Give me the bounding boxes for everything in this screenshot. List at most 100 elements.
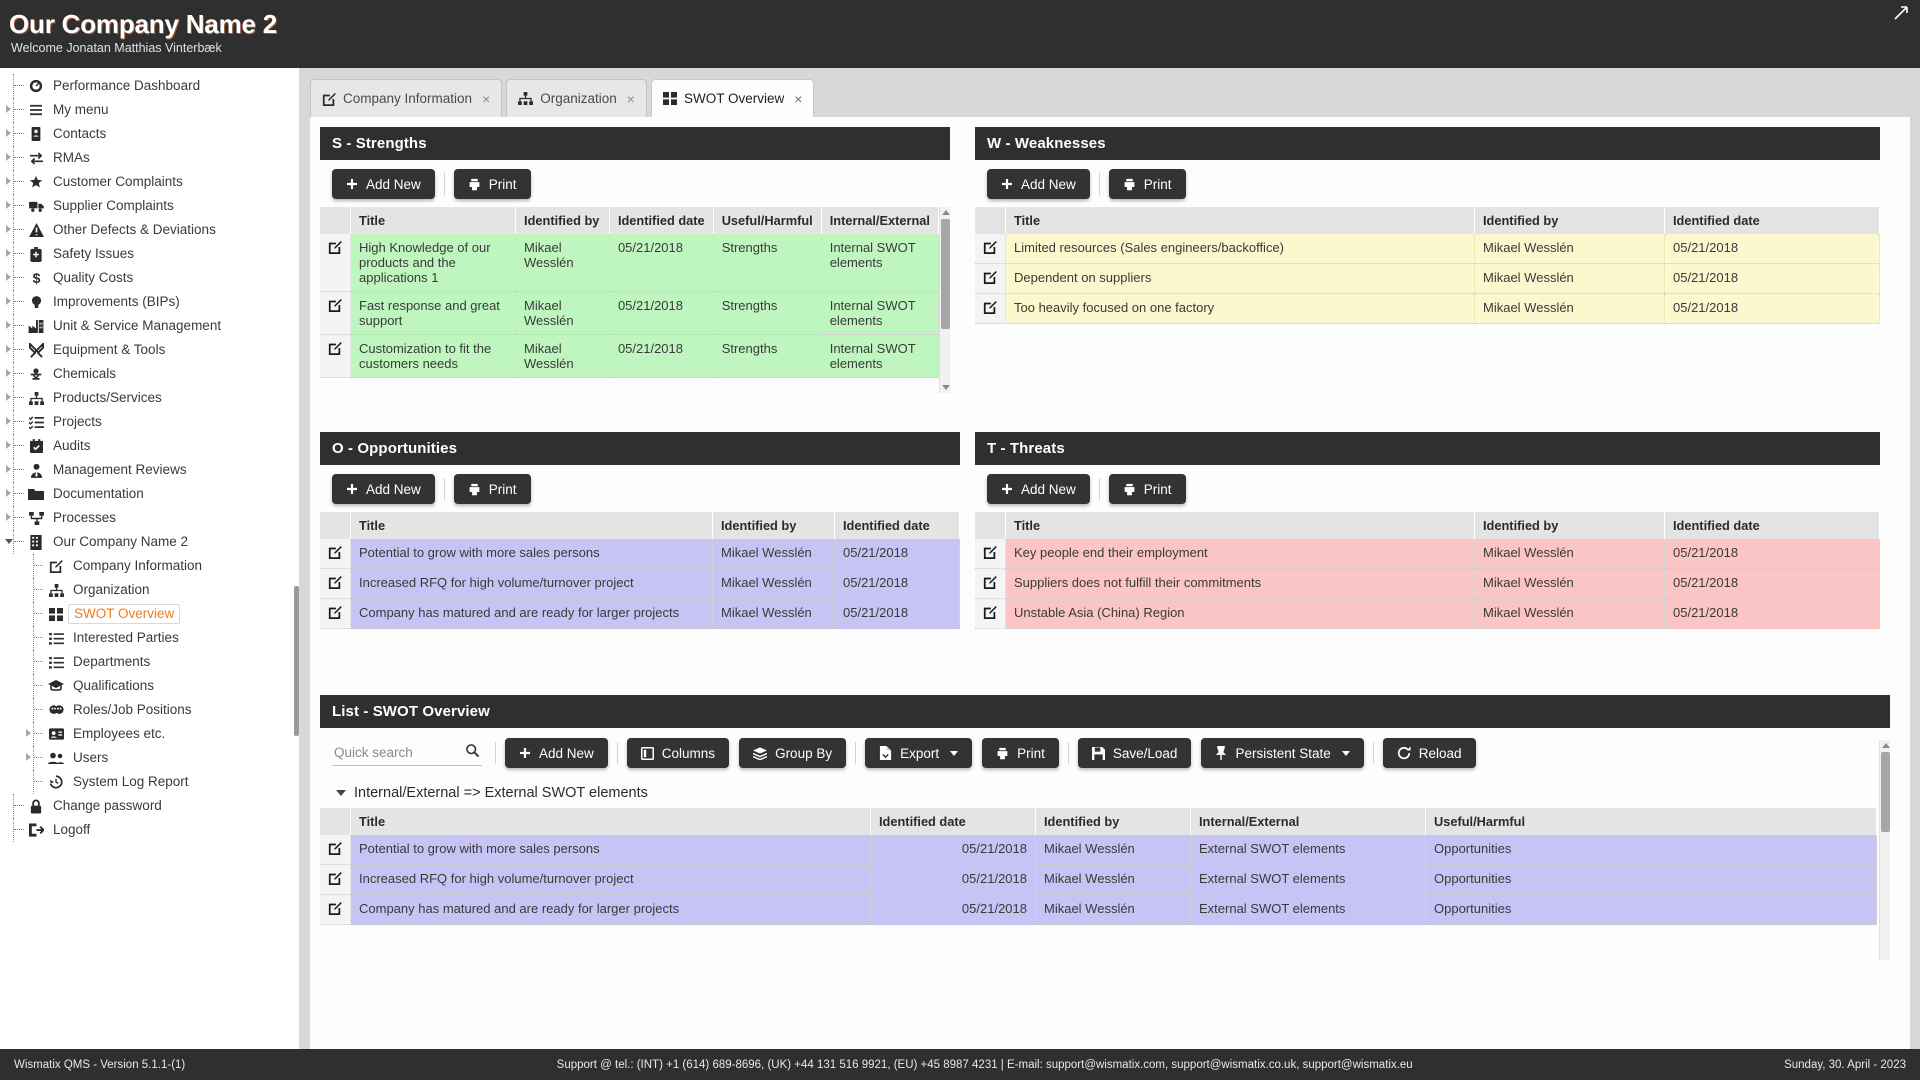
collapse-icon[interactable]	[1894, 6, 1910, 22]
edit-icon[interactable]	[328, 901, 342, 918]
column-header[interactable]: Useful/Harmful	[1425, 808, 1877, 835]
table-row[interactable]: High Knowledge of our products and the a…	[320, 234, 939, 292]
table-row[interactable]: Too heavily focused on one factory Mikael…	[975, 293, 1880, 324]
close-icon[interactable]: ×	[627, 92, 635, 106]
print-button[interactable]: Print	[982, 738, 1059, 768]
sidebar-item-customer-complaints[interactable]: Customer Complaints	[0, 170, 299, 194]
add-new-button-weaknesses[interactable]: Add New	[987, 169, 1090, 199]
close-icon[interactable]: ×	[482, 92, 490, 106]
chevron-right-icon[interactable]	[26, 753, 31, 761]
chevron-right-icon[interactable]	[6, 441, 11, 449]
column-header[interactable]: Identified date	[1664, 512, 1880, 539]
export-button[interactable]: Export	[865, 738, 973, 768]
column-header[interactable]: Useful/Harmful	[713, 207, 822, 234]
scrollbar-thumb[interactable]	[941, 219, 950, 329]
sidebar-item-logoff[interactable]: Logoff	[0, 818, 299, 842]
sidebar-item-supplier-complaints[interactable]: Supplier Complaints	[0, 194, 299, 218]
chevron-right-icon[interactable]	[6, 225, 11, 233]
sidebar-item-organization[interactable]: Organization	[0, 578, 299, 602]
table-row[interactable]: Increased RFQ for high volume/turnover p…	[320, 568, 960, 599]
chevron-right-icon[interactable]	[6, 297, 11, 305]
column-header[interactable]: Title	[350, 808, 871, 835]
sidebar-item-unit-service-management[interactable]: Unit & Service Management	[0, 314, 299, 338]
search-input[interactable]	[332, 740, 482, 766]
edit-icon[interactable]	[328, 298, 342, 315]
sidebar-item-safety-issues[interactable]: Safety Issues	[0, 242, 299, 266]
chevron-down-icon[interactable]	[5, 539, 13, 548]
column-header[interactable]: Title	[350, 512, 713, 539]
tab-organization[interactable]: Organization ×	[506, 79, 647, 117]
print-button-weaknesses[interactable]: Print	[1108, 169, 1186, 199]
chevron-right-icon[interactable]	[6, 465, 11, 473]
chevron-down-icon[interactable]	[336, 790, 346, 796]
chevron-right-icon[interactable]	[6, 105, 11, 113]
add-new-button-strengths[interactable]: Add New	[332, 169, 435, 199]
edit-icon[interactable]	[983, 240, 997, 257]
group-by-button[interactable]: Group By	[739, 738, 847, 768]
table-row[interactable]: Unstable Asia (China) Region Mikael Wessl…	[975, 598, 1880, 629]
edit-icon[interactable]	[328, 841, 342, 858]
sidebar-item-rmas[interactable]: RMAs	[0, 146, 299, 170]
table-row[interactable]: Company has matured and are ready for la…	[320, 598, 960, 629]
table-row[interactable]: Suppliers does not fulfill their commitm…	[975, 568, 1880, 599]
column-header[interactable]: Title	[350, 207, 517, 234]
add-new-button-threats[interactable]: Add New	[987, 474, 1090, 504]
table-row[interactable]: Company has matured and are ready for la…	[320, 894, 1877, 925]
edit-icon[interactable]	[983, 270, 997, 287]
scrollbar-thumb[interactable]	[1881, 752, 1890, 832]
sidebar-item-swot-overview[interactable]: SWOT Overview	[0, 602, 299, 626]
scroll-up-icon[interactable]	[942, 210, 950, 215]
reload-button[interactable]: Reload	[1382, 738, 1476, 768]
sidebar-item-employees-etc[interactable]: Employees etc.	[0, 722, 299, 746]
table-row[interactable]: Key people end their employment Mikael We…	[975, 539, 1880, 569]
sidebar-item-management-reviews[interactable]: Management Reviews	[0, 458, 299, 482]
chevron-right-icon[interactable]	[6, 489, 11, 497]
scroll-down-icon[interactable]	[942, 385, 950, 390]
sidebar-item-our-company-name-2[interactable]: Our Company Name 2	[0, 530, 299, 554]
add-new-button-opportunities[interactable]: Add New	[332, 474, 435, 504]
persistent-state-button[interactable]: Persistent State	[1201, 738, 1364, 768]
sidebar-item-change-password[interactable]: Change password	[0, 794, 299, 818]
sidebar-item-chemicals[interactable]: Chemicals	[0, 362, 299, 386]
chevron-right-icon[interactable]	[6, 345, 11, 353]
chevron-right-icon[interactable]	[6, 513, 11, 521]
sidebar-item-quality-costs[interactable]: $ Quality Costs	[0, 266, 299, 290]
table-row[interactable]: Increased RFQ for high volume/turnover p…	[320, 864, 1877, 895]
tab-company-information[interactable]: Company Information ×	[310, 79, 503, 117]
sidebar-scrollbar-thumb[interactable]	[294, 586, 299, 736]
search-icon[interactable]	[465, 743, 480, 761]
chevron-right-icon[interactable]	[6, 273, 11, 281]
sidebar-item-company-information[interactable]: Company Information	[0, 554, 299, 578]
sidebar-item-equipment-tools[interactable]: Equipment & Tools	[0, 338, 299, 362]
sidebar-item-roles-job-positions[interactable]: Roles/Job Positions	[0, 698, 299, 722]
column-header[interactable]: Internal/External	[1190, 808, 1426, 835]
sidebar-item-performance-dashboard[interactable]: Performance Dashboard	[0, 74, 299, 98]
table-row[interactable]: Dependent on suppliers Mikael Wesslén 05/2…	[975, 263, 1880, 294]
print-button-strengths[interactable]: Print	[453, 169, 531, 199]
chevron-right-icon[interactable]	[26, 729, 31, 737]
edit-icon[interactable]	[983, 300, 997, 317]
column-header[interactable]: Identified date	[1664, 207, 1880, 234]
chevron-right-icon[interactable]	[6, 153, 11, 161]
scroll-up-icon[interactable]	[1882, 743, 1890, 748]
column-header[interactable]: Identified date	[609, 207, 714, 234]
close-icon[interactable]: ×	[794, 92, 802, 106]
column-header[interactable]: Identified date	[834, 512, 960, 539]
columns-button[interactable]: Columns	[626, 738, 730, 768]
edit-icon[interactable]	[328, 605, 342, 622]
save-load-button[interactable]: Save/Load	[1077, 738, 1192, 768]
print-button-threats[interactable]: Print	[1108, 474, 1186, 504]
tab-swot-overview[interactable]: SWOT Overview ×	[650, 79, 815, 117]
edit-icon[interactable]	[328, 240, 342, 257]
edit-icon[interactable]	[328, 545, 342, 562]
edit-icon[interactable]	[983, 575, 997, 592]
sidebar-item-processes[interactable]: Processes	[0, 506, 299, 530]
chevron-right-icon[interactable]	[6, 369, 11, 377]
column-header[interactable]: Title	[1005, 207, 1475, 234]
chevron-right-icon[interactable]	[6, 129, 11, 137]
edit-icon[interactable]	[328, 575, 342, 592]
table-row[interactable]: Customization to fit the customers needs…	[320, 334, 939, 378]
chevron-right-icon[interactable]	[6, 417, 11, 425]
sidebar-item-documentation[interactable]: Documentation	[0, 482, 299, 506]
sidebar-item-other-defects-deviations[interactable]: Other Defects & Deviations	[0, 218, 299, 242]
